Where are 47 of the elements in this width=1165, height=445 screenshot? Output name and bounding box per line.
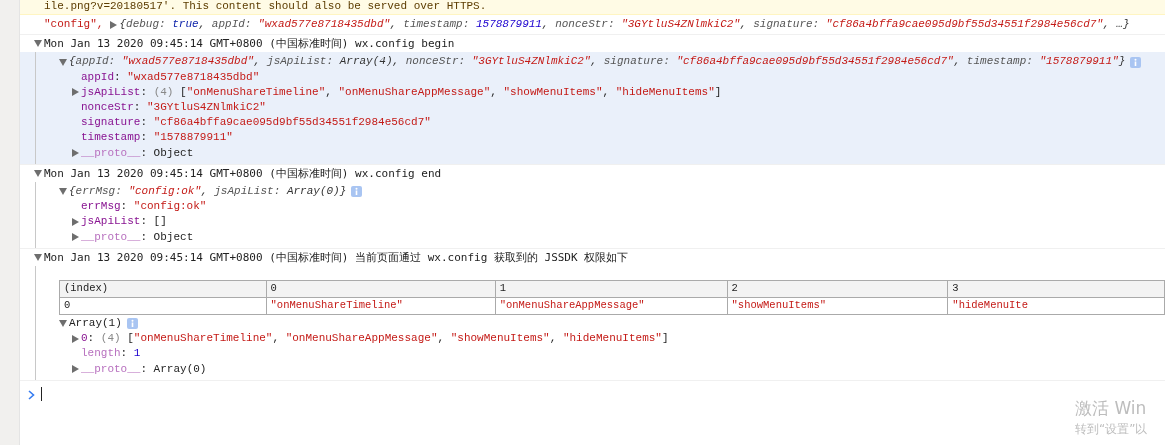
object-preview: {errMsg: "config:ok", jsApiList: Array(0)} xyxy=(69,184,347,200)
triangle-icon[interactable] xyxy=(71,233,79,242)
property-text: errMsg: "config:ok" xyxy=(81,199,207,215)
table-cell: "hideMenuIte xyxy=(947,297,1165,315)
triangle-icon[interactable] xyxy=(71,88,79,97)
warning-text: '. This content should also be served over HTTPS. xyxy=(162,0,487,15)
property-text: __proto__: Object xyxy=(81,229,194,245)
column-header: 0 xyxy=(266,280,496,298)
triangle-icon[interactable] xyxy=(59,320,67,328)
property-text: timestamp: "1578879911" xyxy=(81,130,233,146)
log-text: "config", xyxy=(44,17,104,32)
table-cell: "onMenuShareAppMessage" xyxy=(495,297,728,315)
object-preview: Array(1) xyxy=(69,316,122,332)
triangle-icon[interactable] xyxy=(71,334,79,343)
property-text: signature: "cf86a4bffa9cae095d9bf55d34551f2984e56cd7" xyxy=(81,115,431,131)
property-text: appId: "wxad577e8718435dbd" xyxy=(81,69,260,85)
table-cell: 0 xyxy=(59,297,267,315)
triangle-icon[interactable] xyxy=(34,253,42,261)
property-text: __proto__: Object xyxy=(81,145,194,161)
triangle-icon[interactable] xyxy=(71,218,79,227)
table-cell: "showMenuItems" xyxy=(727,297,948,315)
triangle-icon[interactable] xyxy=(59,188,67,196)
triangle-icon[interactable] xyxy=(71,365,79,374)
property-text: jsApiList: [] xyxy=(81,214,167,230)
object-preview: {debug: true, appId: "wxad577e8718435dbd", timestamp: 1578879911, nonceStr: "3GYtluS4ZNlmkiC2", signature: "cf86a4bffa9cae095d9bf55d34551f2984e56cd7", …} xyxy=(119,17,1130,32)
property-text: __proto__: Array(0) xyxy=(81,361,207,377)
group-title: Mon Jan 13 2020 09:45:14 GMT+0800 (中国标准时间) 当前页面通过 wx.config 获取到的 JSSDK 权限如下 xyxy=(44,249,629,266)
text-cursor[interactable] xyxy=(41,386,42,401)
group-title: Mon Jan 13 2020 09:45:14 GMT+0800 (中国标准时间) wx.config begin xyxy=(44,36,455,52)
triangle-icon[interactable] xyxy=(59,58,67,66)
table-cell: "onMenuShareTimeline" xyxy=(266,297,496,315)
link[interactable]: ile.png?v=20180517 xyxy=(44,0,163,15)
object-preview: {appId: "wxad577e8718435dbd", jsApiList: Array(4), nonceStr: "3GYtluS4ZNlmkiC2", signature: "cf86a4bffa9cae095d9bf55d34551f2984e56cd7", timestamp: "1578879911"} xyxy=(69,54,1126,70)
triangle-icon[interactable] xyxy=(34,169,42,177)
group-title: Mon Jan 13 2020 09:45:14 GMT+0800 (中国标准时间) wx.config end xyxy=(44,165,442,182)
property-text: nonceStr: "3GYtluS4ZNlmkiC2" xyxy=(81,100,266,115)
activation-title: 激活 Win xyxy=(1075,397,1148,420)
property-text: 0: (4) ["onMenuShareTimeline", "onMenuShareAppMessage", "showMenuItems", "hideMenuItems"] xyxy=(81,331,669,347)
triangle-icon[interactable] xyxy=(109,20,117,29)
property-text: jsApiList: (4) ["onMenuShareTimeline", "onMenuShareAppMessage", "showMenuItems", "hideMenuItems"] xyxy=(81,84,722,100)
column-header: (index) xyxy=(59,280,267,298)
column-header: 1 xyxy=(495,280,728,298)
column-header: 3 xyxy=(947,280,1165,298)
triangle-icon[interactable] xyxy=(71,149,79,158)
column-header: 2 xyxy=(727,280,948,298)
property-text: length: 1 xyxy=(81,346,141,362)
prompt-icon xyxy=(28,389,35,400)
